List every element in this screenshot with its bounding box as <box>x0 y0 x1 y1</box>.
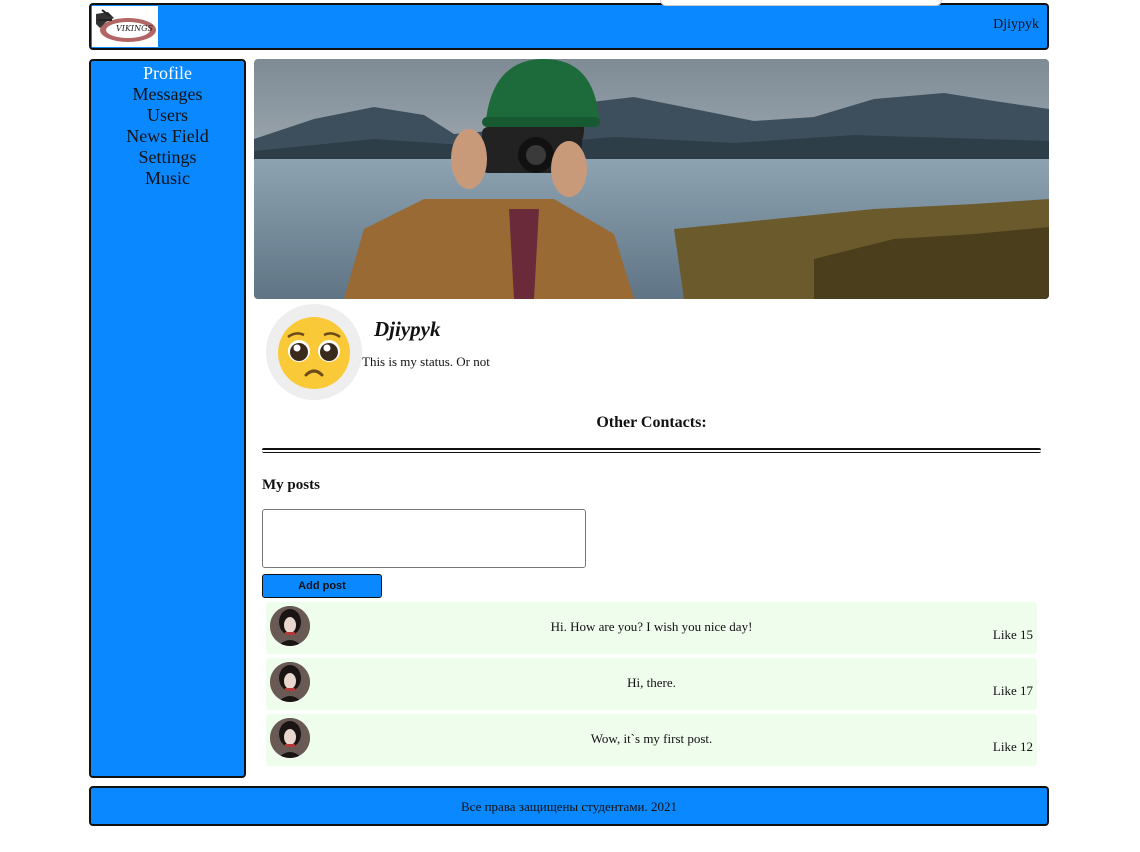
section-divider <box>262 448 1041 453</box>
profile-banner-image <box>254 59 1049 299</box>
post-item: Wow, it`s my first post. Like 12 <box>266 714 1037 766</box>
profile-status[interactable]: This is my status. Or not <box>362 354 490 370</box>
my-posts-heading: My posts <box>262 477 320 493</box>
post-text: Hi. How are you? I wish you nice day! <box>550 619 753 634</box>
other-contacts-heading: Other Contacts: <box>596 414 707 431</box>
post-item: Hi, there. Like 17 <box>266 658 1037 710</box>
footer: Все права защищены студентами. 2021 <box>89 786 1049 826</box>
add-post-button[interactable]: Add post <box>262 574 382 598</box>
profile-name: Djiypyk <box>374 317 441 341</box>
posts-list: Hi. How are you? I wish you nice day! Li… <box>266 602 1037 770</box>
post-item: Hi. How are you? I wish you nice day! Li… <box>266 602 1037 654</box>
top-floating-strip <box>660 0 942 6</box>
sidebar-item-users[interactable]: Users <box>91 105 244 126</box>
pleading-face-emoji-icon <box>267 305 361 399</box>
footer-copyright: Все права защищены студентами. 2021 <box>460 799 678 814</box>
sidebar-nav: Profile Messages Users News Field Settin… <box>89 59 246 778</box>
post-like-count[interactable]: Like 15 <box>993 627 1033 643</box>
post-text: Hi, there. <box>627 675 676 690</box>
sidebar-item-messages[interactable]: Messages <box>91 84 244 105</box>
sidebar-item-settings[interactable]: Settings <box>91 147 244 168</box>
profile-avatar[interactable] <box>266 304 362 400</box>
sidebar-item-news-field[interactable]: News Field <box>91 126 244 147</box>
post-like-count[interactable]: Like 12 <box>993 739 1033 755</box>
profile-content: Djiypyk This is my status. Or not Other … <box>254 59 1049 775</box>
header: VIKINGS Djiypyk <box>89 3 1049 50</box>
svg-text:VIKINGS: VIKINGS <box>116 24 153 33</box>
post-text: Wow, it`s my first post. <box>590 731 713 746</box>
header-username[interactable]: Djiypyk <box>993 17 1039 33</box>
vikings-logo-icon[interactable]: VIKINGS <box>92 6 158 47</box>
sidebar-item-profile[interactable]: Profile <box>91 63 244 84</box>
post-like-count[interactable]: Like 17 <box>993 683 1033 699</box>
new-post-input[interactable] <box>262 509 586 568</box>
sidebar-item-music[interactable]: Music <box>91 168 244 189</box>
